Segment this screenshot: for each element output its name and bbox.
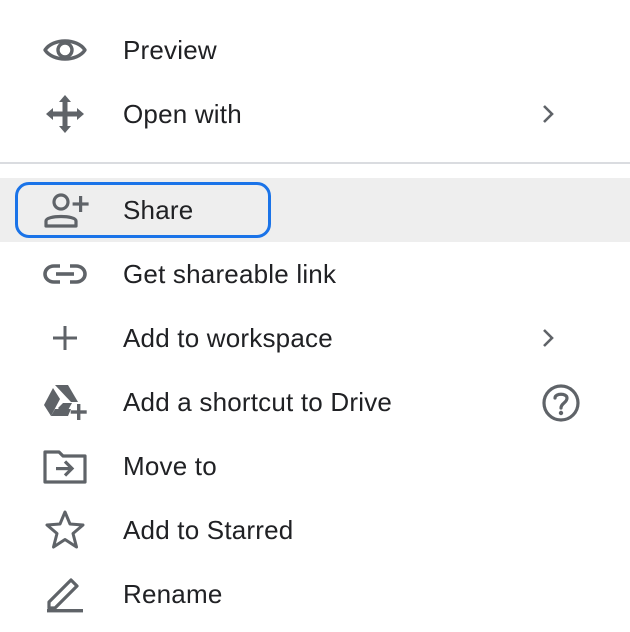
person-add-icon bbox=[41, 190, 89, 230]
menu-item-label: Rename bbox=[123, 579, 223, 609]
menu-item-open-with[interactable]: Open with bbox=[0, 82, 630, 146]
menu-item-add-to-starred[interactable]: Add to Starred bbox=[0, 498, 630, 562]
context-menu: Preview Open with Share Get shareable li… bbox=[0, 0, 630, 632]
menu-item-move-to[interactable]: Move to bbox=[0, 434, 630, 498]
move-arrows-icon bbox=[41, 94, 89, 134]
chevron-right-icon bbox=[536, 326, 560, 350]
menu-item-add-to-workspace[interactable]: Add to workspace bbox=[0, 306, 630, 370]
menu-item-label: Share bbox=[123, 195, 194, 225]
menu-item-label: Add a shortcut to Drive bbox=[123, 387, 393, 417]
menu-item-label: Add to workspace bbox=[123, 323, 333, 353]
plus-icon bbox=[41, 318, 89, 358]
pencil-icon bbox=[41, 574, 89, 614]
menu-item-label: Move to bbox=[123, 451, 217, 481]
folder-move-icon bbox=[41, 446, 89, 486]
menu-item-add-shortcut-to-drive[interactable]: Add a shortcut to Drive bbox=[0, 370, 630, 434]
drive-add-icon bbox=[41, 382, 89, 422]
menu-item-label: Get shareable link bbox=[123, 259, 337, 289]
menu-item-get-shareable-link[interactable]: Get shareable link bbox=[0, 242, 630, 306]
menu-item-preview[interactable]: Preview bbox=[0, 18, 630, 82]
chevron-right-icon bbox=[536, 102, 560, 126]
menu-item-label: Add to Starred bbox=[123, 515, 294, 545]
link-icon bbox=[41, 254, 89, 294]
star-icon bbox=[41, 510, 89, 550]
menu-divider bbox=[0, 162, 630, 164]
menu-item-label: Preview bbox=[123, 35, 217, 65]
menu-item-rename[interactable]: Rename bbox=[0, 562, 630, 626]
help-icon[interactable] bbox=[540, 382, 582, 424]
menu-item-label: Open with bbox=[123, 99, 242, 129]
eye-icon bbox=[41, 30, 89, 70]
menu-item-share[interactable]: Share bbox=[0, 178, 630, 242]
